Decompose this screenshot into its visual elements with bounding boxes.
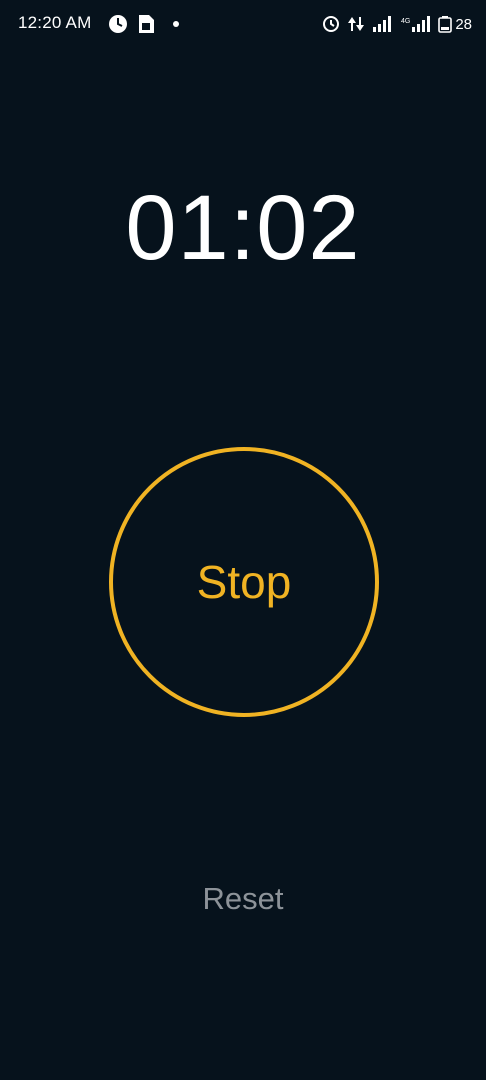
svg-text:4G: 4G [401,18,410,25]
status-right-icons: 4G 28 [322,13,472,35]
clock-icon [109,15,127,33]
signal-icon [373,16,392,32]
reset-button-label: Reset [202,881,284,916]
data-transfer-icon [348,17,365,31]
battery-level: 28 [455,15,472,33]
dot-icon [173,21,179,27]
alarm-icon [323,16,340,32]
elapsed-time: 01:02 [125,177,361,279]
stop-button-label: Stop [196,556,292,608]
stop-button[interactable]: Stop [109,447,379,717]
battery-icon [438,16,453,33]
status-bar: 12:20 AM 4G 28 [0,0,486,48]
status-time: 12:20 AM [18,13,92,32]
sim-card-icon [139,15,154,33]
reset-button[interactable]: Reset [193,878,293,920]
wifi-signal-icon: 4G [401,16,431,32]
